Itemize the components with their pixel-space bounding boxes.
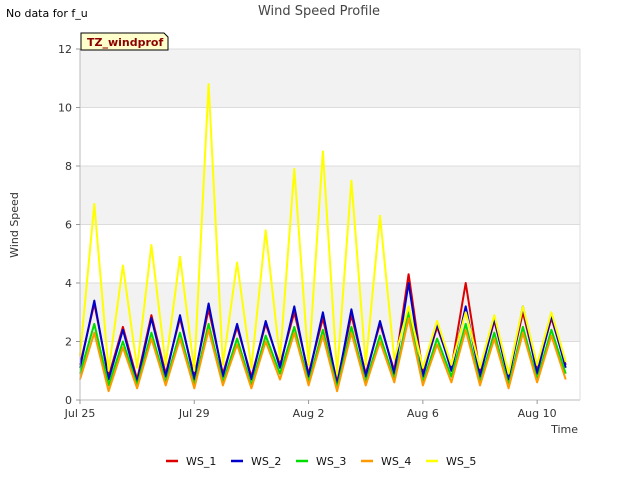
site-tag: TZ_windprof: [80, 32, 169, 51]
x-tick-label-2023-08-06: Aug 6: [407, 407, 439, 420]
chart: Wind Speed Profile 024681012 Jul 25 Jul 2…: [8, 4, 581, 468]
y-tick-label-4: 4: [65, 277, 72, 290]
x-tick-label-2023-08-10: Aug 10: [518, 407, 557, 420]
y-tick-label-0: 0: [65, 394, 72, 407]
y-tick-label-8: 8: [65, 160, 72, 173]
x-ticks: Jul 25 Jul 29 Aug 2 Aug 6 Aug 10: [64, 400, 557, 420]
x-tick-label-2023-07-25: Jul 25: [64, 407, 96, 420]
legend-label-WS_3: WS_3: [316, 455, 346, 468]
y-tick-label-10: 10: [58, 102, 72, 115]
y-axis-label: Wind Speed: [8, 192, 21, 258]
shaded-band-1: [80, 166, 580, 225]
legend-label-WS_2: WS_2: [251, 455, 281, 468]
legend: WS_1 WS_2 WS_3 WS_4 WS_5: [166, 455, 476, 468]
legend-label-WS_1: WS_1: [186, 455, 216, 468]
y-tick-label-6: 6: [65, 219, 72, 232]
x-tick-label-2023-08-02: Aug 2: [293, 407, 325, 420]
y-tick-label-12: 12: [58, 43, 72, 56]
x-tick-label-2023-07-29: Jul 29: [178, 407, 210, 420]
legend-label-WS_5: WS_5: [446, 455, 476, 468]
legend-label-WS_4: WS_4: [381, 455, 411, 468]
y-tick-label-2: 2: [65, 336, 72, 349]
chart-title: Wind Speed Profile: [258, 4, 380, 19]
y-ticks: 0 2 4 6 8 10 12: [58, 43, 80, 407]
site-tag-label: TZ_windprof: [87, 36, 163, 49]
shaded-band-2: [80, 49, 580, 108]
x-axis-label: Time: [550, 423, 578, 436]
